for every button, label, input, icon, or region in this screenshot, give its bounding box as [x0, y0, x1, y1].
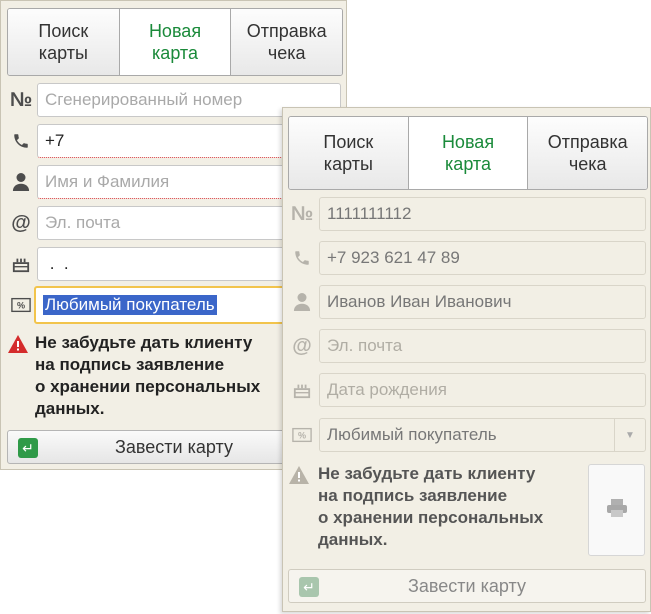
- percent-tag-icon: %: [288, 418, 316, 452]
- tab-label: Новая карта: [441, 132, 495, 174]
- birthday-field: Дата рождения: [319, 373, 646, 407]
- birthday-placeholder: Дата рождения: [327, 380, 447, 399]
- printer-icon: [606, 498, 628, 523]
- tab-send-receipt[interactable]: Отправка чека: [528, 117, 647, 189]
- card-type-value: Любимый покупатель: [43, 295, 217, 315]
- phone-row: +7 923 621 47 89: [288, 241, 646, 275]
- phone-value: +7 923 621 47 89: [327, 248, 460, 267]
- chevron-down-icon: ▼: [614, 419, 645, 451]
- at-icon: @: [11, 211, 31, 234]
- tab-send-receipt[interactable]: Отправка чека: [231, 9, 342, 75]
- phone-icon: [288, 241, 316, 275]
- cake-icon: [7, 247, 35, 281]
- person-icon: [7, 165, 35, 199]
- warning-text: Не забудьте дать клиенту на подпись заяв…: [318, 464, 544, 549]
- consent-warning: Не забудьте дать клиенту на подпись заяв…: [288, 463, 588, 551]
- phone-value: +7: [45, 131, 65, 150]
- name-row: Иванов Иван Иванович: [288, 285, 646, 319]
- name-placeholder: Имя и Фамилия: [45, 172, 170, 191]
- birthday-row: Дата рождения: [288, 373, 646, 407]
- percent-tag-icon: %: [7, 288, 35, 322]
- phone-field: +7 923 621 47 89: [319, 241, 646, 275]
- birthday-value: . .: [45, 254, 69, 273]
- create-card-label: Завести карту: [408, 575, 526, 596]
- name-value: Иванов Иван Иванович: [327, 292, 512, 311]
- tab-bar: Поиск карты Новая карта Отправка чека: [288, 116, 648, 190]
- card-number-field: 1111111112: [319, 197, 646, 231]
- svg-text:%: %: [17, 301, 25, 311]
- cake-icon: [288, 373, 316, 407]
- numero-icon: №: [290, 202, 314, 225]
- tab-label: Новая карта: [148, 21, 202, 63]
- name-field: Иванов Иван Иванович: [319, 285, 646, 319]
- tab-search-card[interactable]: Поиск карты: [289, 117, 409, 189]
- create-card-label: Завести карту: [115, 436, 233, 457]
- card-type-select: Любимый покупатель ▼: [319, 418, 646, 452]
- card-type-value: Любимый покупатель: [327, 425, 497, 444]
- person-icon: [288, 285, 316, 319]
- email-placeholder: Эл. почта: [327, 336, 403, 355]
- email-field: Эл. почта: [319, 329, 646, 363]
- phone-icon: [7, 124, 35, 158]
- card-number-placeholder: Сгенерированный номер: [45, 90, 243, 109]
- card-type-row: % Любимый покупатель ▼: [288, 418, 646, 452]
- number-row: № 1111111112: [288, 197, 646, 231]
- at-icon: @: [292, 334, 312, 357]
- tab-label: Отправка чека: [547, 132, 628, 174]
- create-card-button: ↵ Завести карту: [288, 569, 646, 603]
- warning-icon: [288, 465, 310, 491]
- email-row: @ Эл. почта: [288, 329, 646, 363]
- enter-icon: ↵: [299, 577, 319, 597]
- tab-label: Поиск карты: [323, 132, 374, 174]
- tab-new-card[interactable]: Новая карта: [408, 117, 529, 189]
- numero-icon: №: [9, 88, 33, 111]
- warning-icon: [7, 334, 29, 360]
- svg-text:%: %: [298, 431, 306, 441]
- card-form-panel-disabled: Поиск карты Новая карта Отправка чека № …: [282, 107, 651, 612]
- tab-label: Отправка чека: [246, 21, 327, 63]
- card-number-value: 1111111112: [327, 204, 412, 223]
- tab-new-card[interactable]: Новая карта: [119, 9, 232, 75]
- email-placeholder: Эл. почта: [45, 213, 121, 232]
- print-button[interactable]: [588, 464, 645, 556]
- tab-label: Поиск карты: [38, 21, 89, 63]
- enter-icon: ↵: [18, 438, 38, 458]
- tab-bar: Поиск карты Новая карта Отправка чека: [7, 8, 343, 76]
- tab-search-card[interactable]: Поиск карты: [8, 9, 120, 75]
